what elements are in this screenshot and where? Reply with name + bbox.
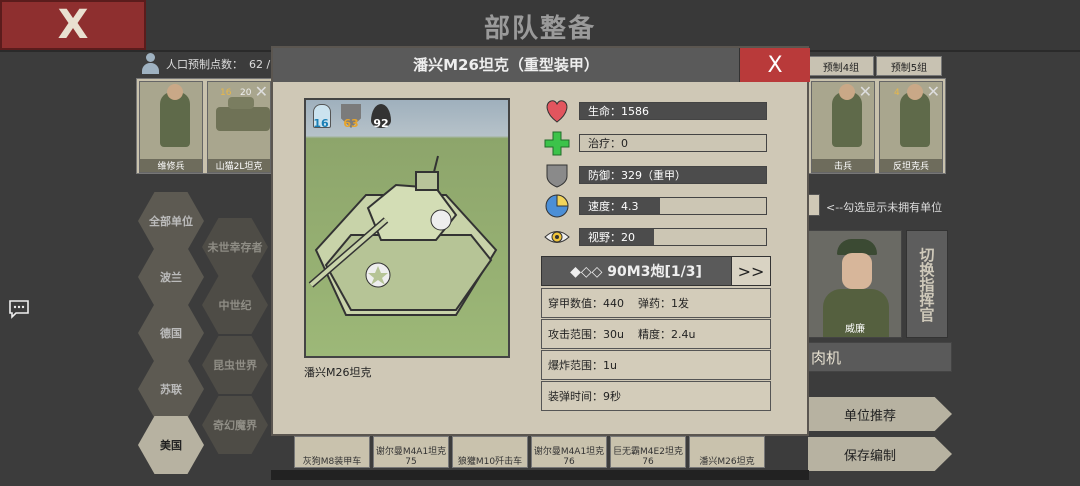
stat-speed: 速度：4.3 — [543, 194, 769, 218]
soldier-portrait — [900, 84, 930, 147]
population-row: 人口预制点数： 62 / 63 — [140, 52, 288, 76]
nation-ussr[interactable]: 苏联 — [138, 360, 204, 418]
tank-illustration — [308, 155, 498, 316]
nation-all[interactable]: 全部单位 — [138, 192, 204, 250]
person-icon — [140, 53, 160, 75]
weapon-row: 攻击范围：30u 精度：2.4u — [541, 319, 771, 349]
weapon-row: 穿甲数值：440 弹药：1发 — [541, 288, 771, 318]
bottom-unit-card[interactable]: 谢尔曼M4A1坦克76 — [531, 436, 607, 468]
unit-card[interactable]: 4 ✕ 反坦克兵 — [879, 81, 943, 173]
bottom-unit-card[interactable]: 巨无霸M4E2坦克76 — [610, 436, 686, 468]
unit-portrait: 16 63 92 — [304, 98, 510, 358]
nation-fantasy[interactable]: 奇幻魔界 — [202, 396, 268, 454]
unit-strip-left: 维修兵 16 20 ✕ 山猫2L坦克 — [136, 78, 274, 174]
nation-poland[interactable]: 波兰 — [138, 248, 204, 306]
unit-card[interactable]: ✕ 击兵 — [811, 81, 875, 173]
dialog-close-button[interactable]: X — [739, 48, 810, 82]
unit-cost: 16 — [220, 88, 232, 98]
population-badge: 16 — [308, 104, 334, 130]
chat-icon[interactable] — [8, 298, 30, 320]
unit-armor: 20 — [240, 88, 252, 98]
speed-icon — [545, 194, 569, 218]
nation-germany[interactable]: 德国 — [138, 304, 204, 362]
group-tabs: 预制4组 预制5组 — [808, 56, 942, 76]
soldier-portrait — [832, 84, 862, 147]
plus-icon — [544, 131, 570, 156]
stat-bar: 视野：20 — [579, 228, 767, 246]
shield-icon — [546, 164, 568, 188]
close-button[interactable]: X — [0, 0, 146, 50]
remove-icon[interactable]: ✕ — [859, 82, 872, 101]
commander-tag: 肉机 — [800, 342, 952, 372]
stat-text: 防御：329（重甲） — [588, 169, 686, 182]
soldier-portrait — [160, 84, 190, 147]
stat-heal: 治疗：0 — [543, 131, 769, 156]
horizontal-scrollbar[interactable] — [271, 470, 809, 480]
tank-portrait — [216, 97, 270, 131]
save-button[interactable]: 保存编制 — [808, 437, 952, 471]
remove-icon[interactable]: ✕ — [927, 82, 940, 101]
stat-bar: 生命：1586 — [579, 102, 767, 120]
page-title: 部队整备 — [483, 14, 596, 44]
stat-bar: 防御：329（重甲） — [579, 166, 767, 184]
unit-card[interactable]: 维修兵 — [139, 81, 203, 173]
eye-icon — [544, 231, 570, 243]
stat-text: 治疗：0 — [588, 137, 628, 150]
face-shape — [842, 253, 872, 289]
weapon-stat: 精度：2.4u — [637, 328, 696, 341]
recommend-button[interactable]: 单位推荐 — [808, 397, 952, 431]
stat-bar: 速度：4.3 — [579, 197, 767, 215]
dialog-title: 潘兴M26坦克（重型装甲） — [413, 56, 599, 74]
stat-text: 视野：20 — [588, 231, 635, 244]
unit-card-label: 维修兵 — [140, 159, 202, 172]
unit-card-label: 山猫2L坦克 — [208, 159, 270, 172]
armor-badge: 63 — [338, 104, 364, 130]
stat-bar: 治疗：0 — [579, 134, 767, 152]
weapon-stat: 穿甲数值：440 — [548, 297, 624, 310]
weapon-row: 爆炸范围：1u — [541, 350, 771, 380]
weapon-stat: 装弹时间：9秒 — [548, 390, 621, 403]
heart-icon — [546, 100, 568, 123]
population-label: 人口预制点数： — [166, 58, 243, 71]
nation-usa[interactable]: 美国 — [138, 416, 204, 474]
bottom-unit-card[interactable]: 潘兴M26坦克 — [689, 436, 765, 468]
next-weapon-button[interactable]: >> — [731, 256, 771, 286]
nation-medieval[interactable]: 中世纪 — [202, 276, 268, 334]
tab-group-5[interactable]: 预制5组 — [876, 56, 942, 76]
ammo-badge-value: 92 — [373, 117, 389, 130]
tab-group-4[interactable]: 预制4组 — [808, 56, 874, 76]
weapon-stat: 攻击范围：30u — [548, 328, 624, 341]
stat-health: 生命：1586 — [543, 100, 769, 123]
unit-card-label: 反坦克兵 — [880, 159, 942, 172]
stat-defense: 防御：329（重甲） — [543, 164, 769, 188]
nation-insects[interactable]: 昆虫世界 — [202, 336, 268, 394]
bottom-unit-card[interactable]: 谢尔曼M4A1坦克75 — [373, 436, 449, 468]
nation-survivors[interactable]: 未世幸存者 — [202, 218, 268, 276]
weapon-stat: 弹药：1发 — [638, 297, 689, 310]
stat-text: 生命：1586 — [588, 105, 649, 118]
unit-card-label: 击兵 — [812, 159, 874, 172]
bottom-unit-card[interactable]: 灰狗M8装甲车 — [294, 436, 370, 468]
weapon-stat: 爆炸范围：1u — [548, 359, 617, 372]
population-badge-value: 16 — [313, 117, 329, 130]
remove-icon[interactable]: ✕ — [255, 82, 268, 101]
ammo-badge: 92 — [368, 104, 394, 130]
unit-card[interactable]: 16 20 ✕ 山猫2L坦克 — [207, 81, 271, 173]
commander-portrait[interactable]: 威廉 — [808, 230, 902, 338]
stat-vision: 视野：20 — [543, 226, 769, 248]
unit-strip-right: ✕ 击兵 4 ✕ 反坦克兵 — [808, 78, 946, 174]
weapon-row: 装弹时间：9秒 — [541, 381, 771, 411]
unit-name-caption: 潘兴M26坦克 — [304, 366, 372, 379]
armor-badge-value: 63 — [343, 117, 359, 130]
commander-name: 威廉 — [845, 324, 865, 335]
unit-cost: 4 — [894, 88, 900, 98]
stat-text: 速度：4.3 — [588, 200, 639, 213]
switch-commander-button[interactable]: 切换指挥官 — [906, 230, 948, 338]
unit-detail-dialog: 潘兴M26坦克（重型装甲） X 16 63 92 潘兴M26坦克 生命：1586… — [271, 46, 810, 436]
bottom-unit-card[interactable]: 狼獾M10歼击车 — [452, 436, 528, 468]
filter-hint: <--勾选显示未拥有单位 — [826, 201, 943, 214]
